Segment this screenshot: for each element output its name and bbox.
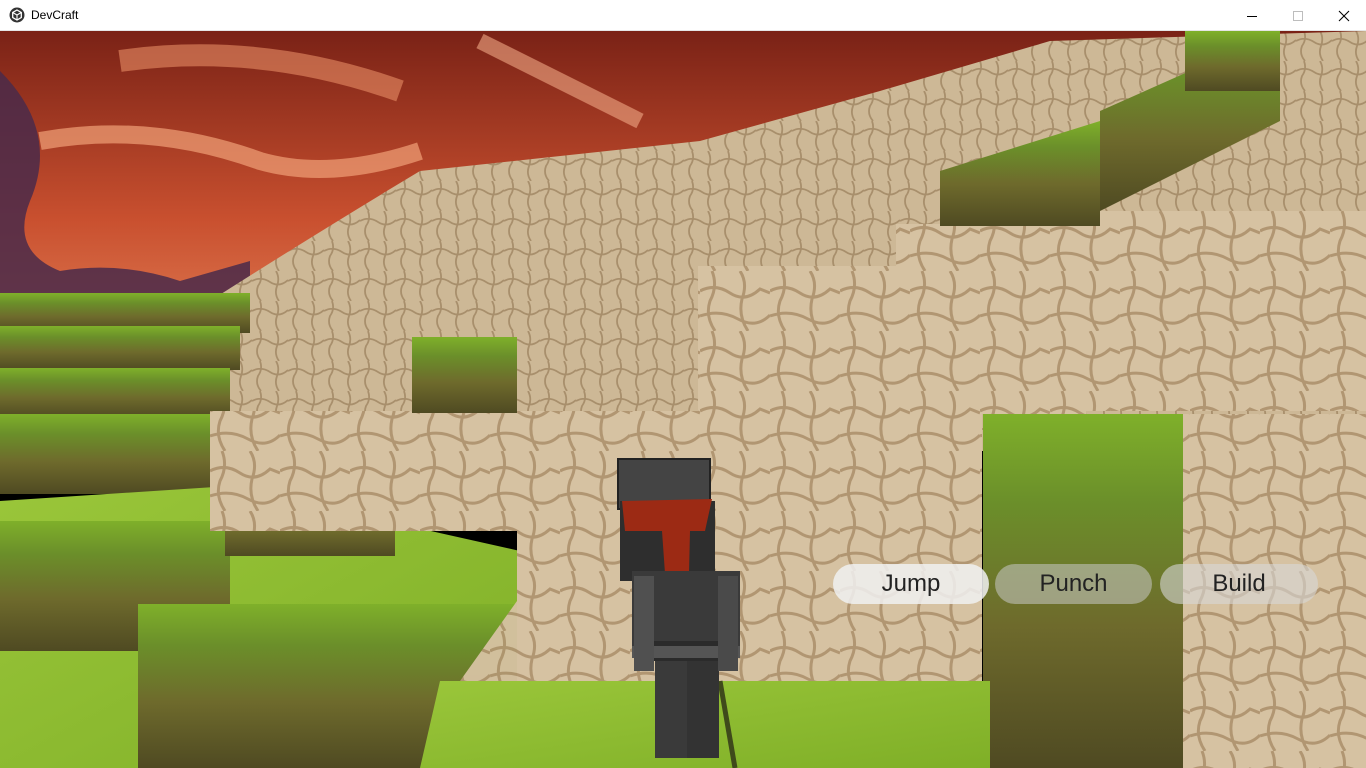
game-viewport[interactable]: Jump Punch Build xyxy=(0,31,1366,768)
maximize-button[interactable] xyxy=(1275,0,1321,31)
unity-cube-icon xyxy=(9,7,25,23)
window-title: DevCraft xyxy=(31,8,79,22)
app-window: DevCraft Jump Punch Build xyxy=(0,0,1366,768)
minimize-icon xyxy=(1247,15,1257,17)
minimize-button[interactable] xyxy=(1229,0,1275,31)
title-bar[interactable]: DevCraft xyxy=(0,0,1366,31)
punch-button[interactable]: Punch xyxy=(995,564,1152,604)
jump-button[interactable]: Jump xyxy=(833,564,989,604)
close-button[interactable] xyxy=(1321,0,1366,31)
build-button[interactable]: Build xyxy=(1160,564,1318,604)
maximize-icon xyxy=(1293,10,1303,21)
game-scene xyxy=(0,31,1366,768)
close-icon xyxy=(1338,10,1350,21)
